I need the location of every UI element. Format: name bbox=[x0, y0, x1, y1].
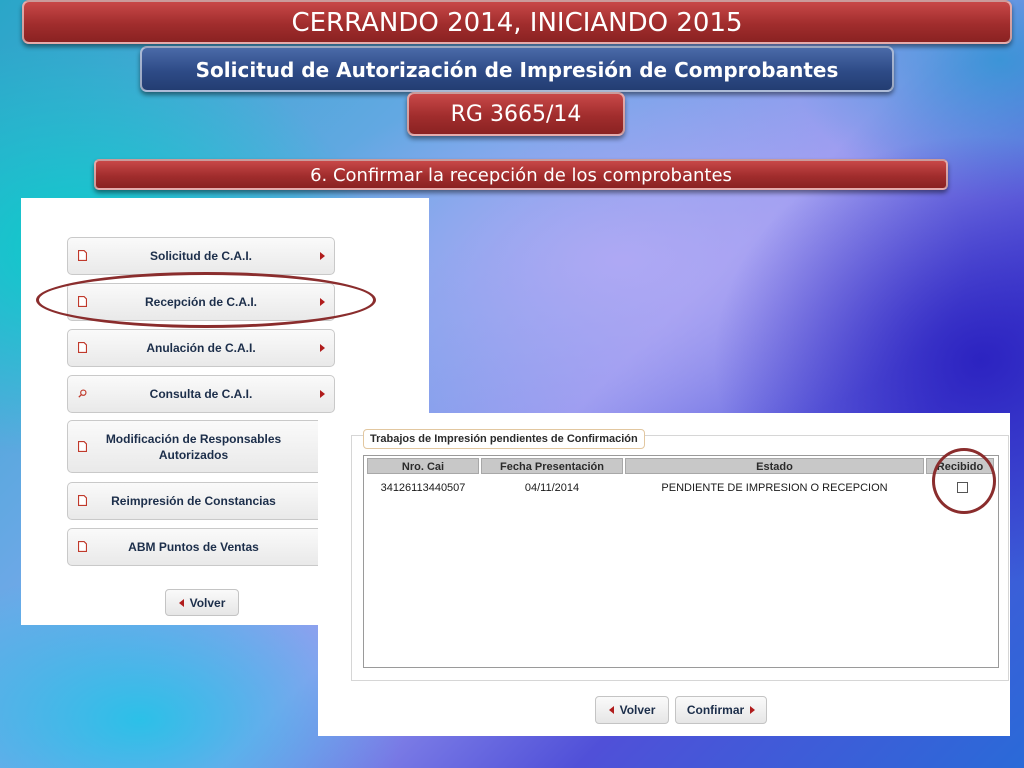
confirm-button[interactable]: Confirmar bbox=[675, 696, 767, 724]
menu-item-reimpresion[interactable]: Reimpresión de Constancias bbox=[67, 482, 319, 520]
menu-item-label: Reimpresión de Constancias bbox=[111, 494, 276, 508]
menu-item-label: Solicitud de C.A.I. bbox=[149, 249, 252, 263]
jobs-table: Nro. Cai Fecha Presentación Estado Recib… bbox=[363, 455, 999, 668]
highlight-ellipse-recibido bbox=[932, 448, 996, 514]
back-button[interactable]: Volver bbox=[595, 696, 669, 724]
menu-item-consulta[interactable]: Consulta de C.A.I. bbox=[67, 375, 335, 413]
chevron-right-icon bbox=[750, 706, 756, 714]
menu-item-label: ABM Puntos de Ventas bbox=[128, 540, 259, 554]
slide-subtitle: Solicitud de Autorización de Impresión d… bbox=[140, 46, 894, 92]
back-button[interactable]: Volver bbox=[165, 589, 239, 616]
menu-item-abm-puntos[interactable]: ABM Puntos de Ventas bbox=[67, 528, 319, 566]
jobs-legend: Trabajos de Impresión pendientes de Conf… bbox=[363, 429, 645, 449]
cell-nro-cai: 34126113440507 bbox=[380, 482, 466, 494]
menu-item-anulacion[interactable]: Anulación de C.A.I. bbox=[67, 329, 335, 367]
back-button-label: Volver bbox=[619, 703, 656, 717]
menu-item-label: Anulación de C.A.I. bbox=[146, 341, 256, 355]
slide-title: CERRANDO 2014, INICIANDO 2015 bbox=[22, 0, 1012, 44]
document-icon bbox=[78, 541, 87, 552]
document-icon bbox=[78, 440, 87, 452]
cell-fecha: 04/11/2014 bbox=[524, 482, 580, 494]
chevron-right-icon bbox=[320, 344, 325, 352]
column-header-nro-cai[interactable]: Nro. Cai bbox=[367, 458, 479, 474]
back-button-label: Volver bbox=[189, 595, 226, 610]
step-banner: 6. Confirmar la recepción de los comprob… bbox=[94, 159, 948, 190]
resolution-badge: RG 3665/14 bbox=[407, 92, 625, 136]
chevron-right-icon bbox=[320, 390, 325, 398]
chevron-left-icon bbox=[608, 706, 614, 714]
highlight-ellipse-recepcion bbox=[36, 272, 376, 328]
chevron-right-icon bbox=[320, 252, 325, 260]
menu-item-solicitud[interactable]: Solicitud de C.A.I. bbox=[67, 237, 335, 275]
column-header-fecha[interactable]: Fecha Presentación bbox=[481, 458, 623, 474]
menu-item-label: Consulta de C.A.I. bbox=[149, 387, 253, 401]
document-icon bbox=[78, 250, 87, 261]
column-header-estado[interactable]: Estado bbox=[625, 458, 924, 474]
document-icon bbox=[78, 342, 87, 353]
cell-estado: PENDIENTE DE IMPRESION O RECEPCION bbox=[661, 482, 888, 494]
print-jobs-panel: Trabajos de Impresión pendientes de Conf… bbox=[318, 413, 1010, 736]
chevron-left-icon bbox=[178, 598, 184, 607]
menu-item-modificacion[interactable]: Modificación de Responsables Autorizados bbox=[67, 420, 319, 473]
confirm-button-label: Confirmar bbox=[686, 703, 745, 717]
search-icon bbox=[78, 389, 87, 398]
menu-item-label: Modificación de Responsables Autorizados bbox=[105, 431, 282, 462]
document-icon bbox=[78, 495, 87, 506]
